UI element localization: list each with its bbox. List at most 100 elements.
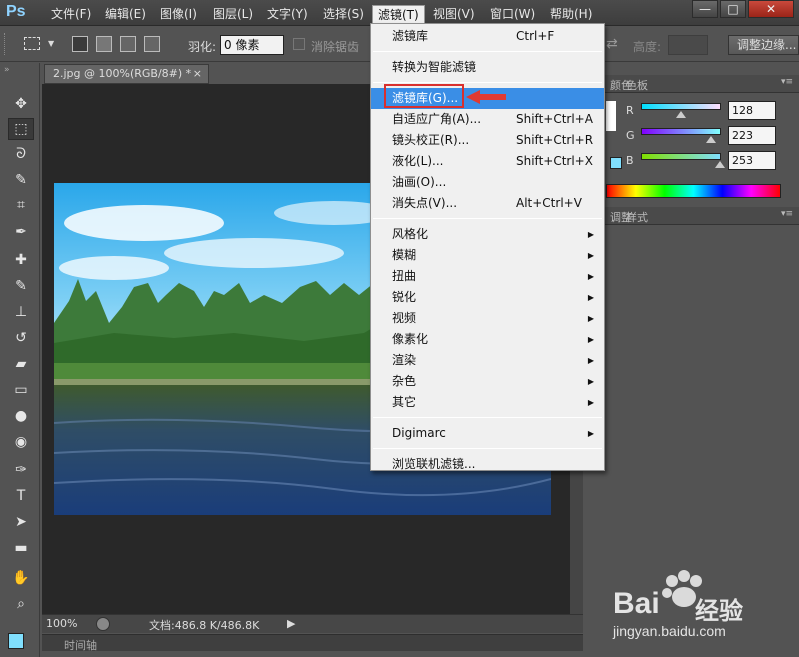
channel-value-g[interactable]: 223 <box>728 126 776 145</box>
marquee-tool-icon[interactable]: ⬚ <box>8 118 34 140</box>
new-selection-icon[interactable] <box>72 36 88 52</box>
menu-item-label: 转换为智能滤镜 <box>392 60 477 74</box>
background-color-chip[interactable] <box>606 101 616 131</box>
menu-select[interactable]: 选择(S) <box>318 5 369 23</box>
filter-menu-item[interactable]: 模糊 ▶ <box>371 245 604 266</box>
pen-tool-icon[interactable]: ✑ <box>8 459 34 481</box>
menu-image[interactable]: 图像(I) <box>155 5 202 23</box>
menu-layer[interactable]: 图层(L) <box>208 5 258 23</box>
menu-item-label: 消失点(V)... <box>392 196 458 210</box>
hand-tool-icon[interactable]: ✋ <box>8 567 34 589</box>
zoom-level[interactable]: 100% <box>46 617 77 630</box>
filter-menu-item[interactable]: 扭曲 ▶ <box>371 266 604 287</box>
feather-input[interactable]: 0 像素 <box>220 35 284 55</box>
move-tool-icon[interactable]: ✥ <box>8 93 34 115</box>
photoshop-logo: Ps <box>6 3 26 20</box>
healing-tool-icon[interactable]: ✚ <box>8 249 34 271</box>
intersect-selection-icon[interactable] <box>144 36 160 52</box>
menu-help[interactable]: 帮助(H) <box>545 5 597 23</box>
filter-menu-item[interactable]: 渲染 ▶ <box>371 350 604 371</box>
filter-menu-item[interactable]: 浏览联机滤镜... <box>371 454 604 475</box>
menu-item-shortcut: Shift+Ctrl+A <box>516 112 593 126</box>
tab-swatches[interactable]: 色板 <box>626 77 648 93</box>
stamp-tool-icon[interactable]: ⊥ <box>8 301 34 323</box>
channel-value-r[interactable]: 128 <box>728 101 776 120</box>
menu-file[interactable]: 文件(F) <box>46 5 96 23</box>
close-button[interactable]: ✕ <box>748 0 794 18</box>
menu-type[interactable]: 文字(Y) <box>262 5 313 23</box>
quick-select-tool-icon[interactable]: ✎ <box>8 169 34 191</box>
lasso-tool-icon[interactable]: ᘐ <box>8 143 34 165</box>
filter-menu-item[interactable]: 风格化 ▶ <box>371 224 604 245</box>
height-input[interactable] <box>668 35 708 55</box>
brush-tool-icon[interactable]: ✎ <box>8 275 34 297</box>
filter-menu-item[interactable]: 像素化 ▶ <box>371 329 604 350</box>
channel-slider-r[interactable] <box>641 103 721 110</box>
menu-view[interactable]: 视图(V) <box>428 5 480 23</box>
restore-button[interactable]: □ <box>720 0 746 18</box>
filter-menu-item[interactable]: 液化(L)... Shift+Ctrl+X <box>371 151 604 172</box>
filter-menu-item[interactable]: Digimarc ▶ <box>371 423 604 444</box>
antialias-checkbox[interactable] <box>293 38 305 50</box>
filter-menu-item[interactable]: 转换为智能滤镜 <box>371 57 604 78</box>
menu-item-label: 液化(L)... <box>392 154 444 168</box>
zoom-tool-icon[interactable]: ⌕ <box>8 593 34 615</box>
channel-value-b[interactable]: 253 <box>728 151 776 170</box>
tab-styles[interactable]: 样式 <box>626 209 648 225</box>
filter-menu-item[interactable]: 自适应广角(A)... Shift+Ctrl+A <box>371 109 604 130</box>
slider-thumb-icon[interactable] <box>715 161 725 168</box>
collapse-icon[interactable]: » <box>4 65 10 75</box>
channel-slider-g[interactable] <box>641 128 721 135</box>
filter-menu-item[interactable]: 锐化 ▶ <box>371 287 604 308</box>
blur-tool-icon[interactable]: ● <box>8 405 34 427</box>
shape-tool-icon[interactable]: ▬ <box>8 537 34 559</box>
close-tab-icon[interactable]: × <box>193 65 202 83</box>
filter-menu-item[interactable]: 镜头校正(R)... Shift+Ctrl+R <box>371 130 604 151</box>
foreground-color-chip[interactable] <box>610 157 622 169</box>
menu-item-label: 像素化 <box>392 332 429 346</box>
subtract-selection-icon[interactable] <box>120 36 136 52</box>
history-brush-tool-icon[interactable]: ↺ <box>8 327 34 349</box>
slider-thumb-icon[interactable] <box>676 111 686 118</box>
gradient-tool-icon[interactable]: ▭ <box>8 379 34 401</box>
refine-edge-button[interactable]: 调整边缘... <box>728 35 799 55</box>
submenu-arrow-icon: ▶ <box>587 429 594 438</box>
filter-menu-item[interactable]: 杂色 ▶ <box>371 371 604 392</box>
filter-menu-item[interactable]: 其它 ▶ <box>371 392 604 413</box>
submenu-arrow-icon: ▶ <box>587 230 594 239</box>
filter-menu-item[interactable]: 视频 ▶ <box>371 308 604 329</box>
menu-separator <box>373 417 602 418</box>
channel-label-b: B <box>626 154 634 167</box>
color-spectrum[interactable] <box>606 184 781 198</box>
type-tool-icon[interactable]: T <box>8 485 34 507</box>
menu-window[interactable]: 窗口(W) <box>485 5 540 23</box>
panel-menu-icon[interactable]: ▾≡ <box>781 77 793 87</box>
timeline-panel-bar[interactable]: 时间轴 <box>42 634 583 652</box>
menu-item-label: 镜头校正(R)... <box>392 133 470 147</box>
document-tab[interactable]: 2.jpg @ 100%(RGB/8#) * × <box>44 64 209 84</box>
add-selection-icon[interactable] <box>96 36 112 52</box>
status-menu-arrow[interactable]: ▶ <box>287 617 295 630</box>
dodge-tool-icon[interactable]: ◉ <box>8 431 34 453</box>
status-info-icon[interactable] <box>96 617 110 631</box>
feather-label: 羽化: <box>188 40 217 54</box>
minimize-button[interactable]: — <box>692 0 718 18</box>
slider-thumb-icon[interactable] <box>706 136 716 143</box>
menu-filter[interactable]: 滤镜(T) <box>372 5 425 23</box>
swap-icon[interactable]: ⇄ <box>606 36 618 52</box>
filter-menu-item[interactable]: 滤镜库 Ctrl+F <box>371 26 604 47</box>
filter-menu-item[interactable]: 油画(O)... <box>371 172 604 193</box>
path-select-tool-icon[interactable]: ➤ <box>8 511 34 533</box>
menu-item-label: 滤镜库 <box>392 29 429 43</box>
panel-menu-icon[interactable]: ▾≡ <box>781 209 793 219</box>
eraser-tool-icon[interactable]: ▰ <box>8 353 34 375</box>
crop-tool-icon[interactable]: ⌗ <box>8 194 34 216</box>
channel-slider-b[interactable] <box>641 153 721 160</box>
eyedropper-tool-icon[interactable]: ✒ <box>8 221 34 243</box>
chevron-down-icon[interactable]: ▼ <box>48 39 54 48</box>
filter-menu-item[interactable]: 消失点(V)... Alt+Ctrl+V <box>371 193 604 214</box>
menu-edit[interactable]: 编辑(E) <box>100 5 151 23</box>
marquee-preset-icon[interactable] <box>24 37 40 50</box>
foreground-color-swatch[interactable] <box>8 633 24 649</box>
antialias-label: 消除锯齿 <box>311 40 360 54</box>
